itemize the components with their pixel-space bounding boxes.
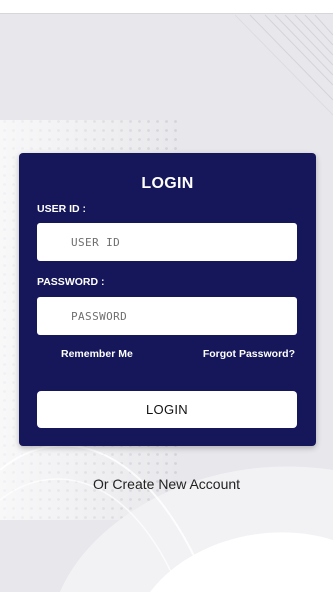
- login-card: LOGIN USER ID : PASSWORD : Remember Me F…: [19, 153, 316, 446]
- password-input[interactable]: [37, 297, 297, 335]
- create-account-link[interactable]: Or Create New Account: [0, 476, 333, 492]
- login-title: LOGIN: [141, 175, 194, 192]
- forgot-password-link[interactable]: Forgot Password?: [203, 348, 295, 360]
- login-button[interactable]: LOGIN: [37, 391, 297, 428]
- remember-me-link[interactable]: Remember Me: [61, 348, 133, 360]
- user-id-label: USER ID :: [37, 203, 87, 215]
- top-status-bar: [0, 0, 333, 14]
- password-label: PASSWORD :: [37, 276, 105, 288]
- user-id-input[interactable]: [37, 223, 297, 261]
